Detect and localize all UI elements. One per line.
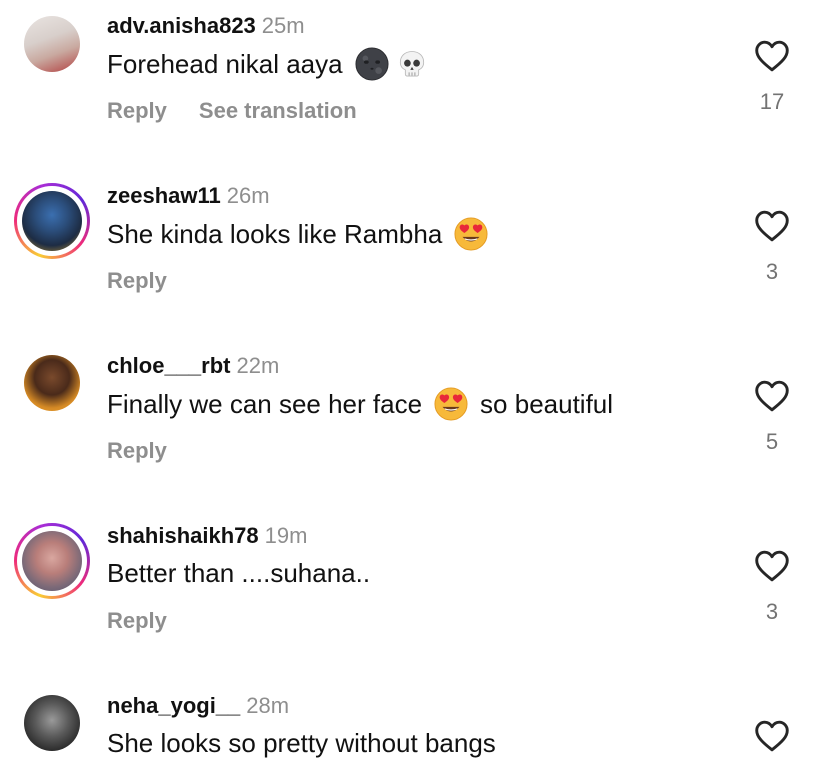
username[interactable]: shahishaikh78 [107,523,259,548]
comment-header: shahishaikh78 19m [107,523,307,549]
username[interactable]: zeeshaw11 [107,183,221,208]
avatar-image [22,531,82,591]
avatar-image [24,695,80,751]
comment-actions: Reply [107,268,167,294]
heart-icon[interactable] [754,550,790,582]
comment-text: Better than ....suhana.. [107,557,370,589]
like-count: 5 [765,429,779,454]
heart-icon[interactable] [754,210,790,242]
new-moon-face-emoji [355,47,389,81]
timestamp: 19m [264,523,308,548]
heart-icon[interactable] [754,40,790,72]
reply-button[interactable]: Reply [107,98,167,123]
comment-body: Forehead nikal aaya [107,49,343,79]
avatar-image [24,16,80,72]
avatar-story-ring[interactable] [14,183,90,259]
timestamp: 26m [226,183,270,208]
username[interactable]: adv.anisha823 [107,13,256,38]
avatar-story-ring[interactable] [14,523,90,599]
heart-eyes-emoji [434,387,468,421]
heart-eyes-emoji [454,217,488,251]
avatar[interactable] [14,345,90,421]
comment-body: Better than ....suhana.. [107,558,371,588]
username[interactable]: chloe___rbt [107,353,231,378]
comment-actions: Reply See translation [107,98,357,124]
comment-actions: Reply [107,438,167,464]
avatar[interactable] [14,685,90,761]
comment-actions: Reply [107,608,167,634]
comment-header: zeeshaw11 26m [107,183,270,209]
see-translation-button[interactable]: See translation [199,98,357,123]
reply-button[interactable]: Reply [107,268,167,293]
like-count: 3 [765,599,779,624]
reply-button[interactable]: Reply [107,608,167,633]
avatar-image [24,355,80,411]
timestamp: 25m [261,13,305,38]
comment-text: Finally we can see her face so beautiful [107,387,613,421]
like-count: 17 [759,89,785,114]
like-count: 3 [765,259,779,284]
heart-icon[interactable] [754,380,790,412]
reply-button[interactable]: Reply [107,438,167,463]
comment-header: neha_yogi__ 28m [107,693,289,719]
comment-text: She kinda looks like Rambha [107,217,488,251]
comment-body-continued: so beautiful [480,389,614,419]
timestamp: 22m [236,353,280,378]
timestamp: 28m [246,693,290,718]
username[interactable]: neha_yogi__ [107,693,240,718]
skull-emoji [397,49,427,79]
avatar[interactable] [14,6,90,82]
comment-header: chloe___rbt 22m [107,353,279,379]
comment-text: She looks so pretty without bangs [107,727,496,759]
comment-body: She looks so pretty without bangs [107,728,496,758]
comment-body: Finally we can see her face [107,389,423,419]
comment-text: Forehead nikal aaya [107,47,427,81]
comment-header: adv.anisha823 25m [107,13,305,39]
heart-icon[interactable] [754,720,790,752]
avatar-image [22,191,82,251]
comment-body: She kinda looks like Rambha [107,219,443,249]
